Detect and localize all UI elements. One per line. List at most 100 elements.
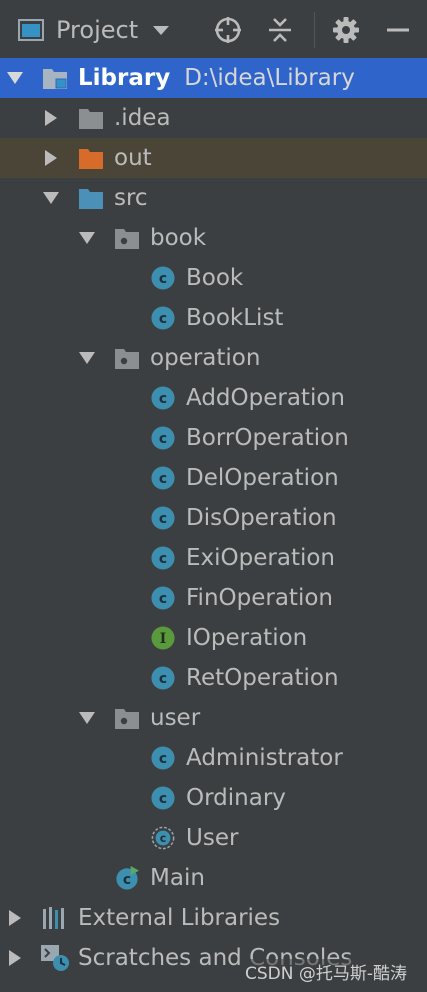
class-icon: c [151, 746, 175, 770]
project-toolbar: Project [0, 0, 427, 61]
tree-label: AddOperation [186, 385, 345, 411]
tree-node-out[interactable]: out [0, 138, 427, 178]
tree-label: DisOperation [186, 505, 337, 531]
scratches-icon [41, 945, 69, 971]
runnable-class-icon: c [116, 866, 139, 890]
toolbar-separator [314, 12, 315, 48]
tree-node-abstract-class[interactable]: c User [0, 818, 427, 858]
package-icon [115, 349, 139, 369]
expanded-arrow-icon[interactable] [6, 70, 24, 86]
library-name: Library [78, 65, 171, 91]
tree-node-operation[interactable]: operation [0, 338, 427, 378]
tree-label: User [186, 825, 239, 851]
svg-text:c: c [159, 671, 167, 687]
project-view-icon[interactable] [18, 19, 44, 41]
tree-node-interface[interactable]: I IOperation [0, 618, 427, 658]
tree-node-library[interactable]: Library D:\idea\Library [0, 58, 427, 98]
tree-label: book [150, 225, 207, 251]
svg-text:c: c [160, 832, 167, 845]
tree-node-class[interactable]: c FinOperation [0, 578, 427, 618]
source-folder-icon [79, 189, 103, 209]
svg-text:c: c [159, 431, 167, 447]
tree-label: ExiOperation [186, 545, 335, 571]
interface-icon: I [151, 626, 175, 650]
project-view-title[interactable]: Project [56, 14, 138, 46]
tree-label: External Libraries [78, 905, 281, 931]
locate-icon[interactable] [214, 16, 242, 44]
tree-node-class[interactable]: c ExiOperation [0, 538, 427, 578]
svg-text:c: c [159, 271, 167, 287]
svg-text:c: c [159, 471, 167, 487]
tree-label: Book [186, 265, 244, 291]
library-path: D:\idea\Library [184, 65, 355, 91]
svg-text:I: I [160, 631, 166, 647]
folder-icon [79, 109, 103, 129]
expanded-arrow-icon[interactable] [42, 190, 60, 206]
class-icon: c [151, 426, 175, 450]
hide-icon[interactable] [384, 16, 412, 44]
tree-label: out [114, 145, 152, 171]
tree-label: operation [150, 345, 261, 371]
svg-text:c: c [159, 511, 167, 527]
tree-node-class[interactable]: c RetOperation [0, 658, 427, 698]
excluded-folder-icon [79, 149, 103, 169]
library-icon [43, 907, 64, 929]
tree-node-class[interactable]: c Ordinary [0, 778, 427, 818]
expanded-arrow-icon[interactable] [78, 710, 96, 726]
tree-label: Administrator [186, 745, 343, 771]
tree-node-user[interactable]: user [0, 698, 427, 738]
tree-label: Main [150, 865, 205, 891]
tree-node-class[interactable]: c Book [0, 258, 427, 298]
tree-label: Ordinary [186, 785, 286, 811]
collapsed-arrow-icon[interactable] [6, 950, 24, 966]
watermark: CSDN @托马斯-酷涛 [242, 959, 409, 984]
class-icon: c [151, 266, 175, 290]
tree-label: FinOperation [186, 585, 333, 611]
svg-text:c: c [159, 391, 167, 407]
settings-icon[interactable] [332, 16, 360, 44]
tree-label: IOperation [186, 625, 308, 651]
class-icon: c [151, 786, 175, 810]
tree-label: BorrOperation [186, 425, 349, 451]
tree-node-class[interactable]: c BorrOperation [0, 418, 427, 458]
collapsed-arrow-icon[interactable] [42, 150, 60, 166]
tree-node-book[interactable]: book [0, 218, 427, 258]
tree-node-class[interactable]: c DisOperation [0, 498, 427, 538]
tree-node-class[interactable]: c AddOperation [0, 378, 427, 418]
tree-label: src [114, 185, 148, 211]
svg-text:c: c [159, 751, 167, 767]
class-icon: c [151, 506, 175, 530]
svg-text:c: c [123, 872, 131, 888]
tree-node-class[interactable]: c Administrator [0, 738, 427, 778]
expanded-arrow-icon[interactable] [78, 350, 96, 366]
tree-node-class[interactable]: c BookList [0, 298, 427, 338]
class-icon: c [151, 546, 175, 570]
svg-text:c: c [159, 591, 167, 607]
tree-node-src[interactable]: src [0, 178, 427, 218]
tree-label: .idea [114, 105, 171, 131]
tree-node-class[interactable]: c DelOperation [0, 458, 427, 498]
svg-text:c: c [159, 551, 167, 567]
tree-node-main[interactable]: c Main [0, 858, 427, 898]
tree-label: BookList [186, 305, 284, 331]
collapsed-arrow-icon[interactable] [6, 910, 24, 926]
package-icon [115, 709, 139, 729]
tree-node-idea[interactable]: .idea [0, 98, 427, 138]
module-folder-icon [43, 69, 67, 89]
expanded-arrow-icon[interactable] [78, 230, 96, 246]
svg-text:c: c [159, 791, 167, 807]
collapsed-arrow-icon[interactable] [42, 110, 60, 126]
class-icon: c [151, 386, 175, 410]
tree-node-external-libraries[interactable]: External Libraries [0, 898, 427, 938]
dropdown-caret-icon[interactable] [152, 25, 170, 37]
abstract-class-icon: c [151, 826, 175, 850]
class-icon: c [151, 466, 175, 490]
collapse-all-icon[interactable] [266, 16, 294, 44]
class-icon: c [151, 586, 175, 610]
class-icon: c [151, 666, 175, 690]
tree-label: user [150, 705, 201, 731]
class-icon: c [151, 306, 175, 330]
svg-text:c: c [159, 311, 167, 327]
tree-label: DelOperation [186, 465, 339, 491]
package-icon [115, 229, 139, 249]
